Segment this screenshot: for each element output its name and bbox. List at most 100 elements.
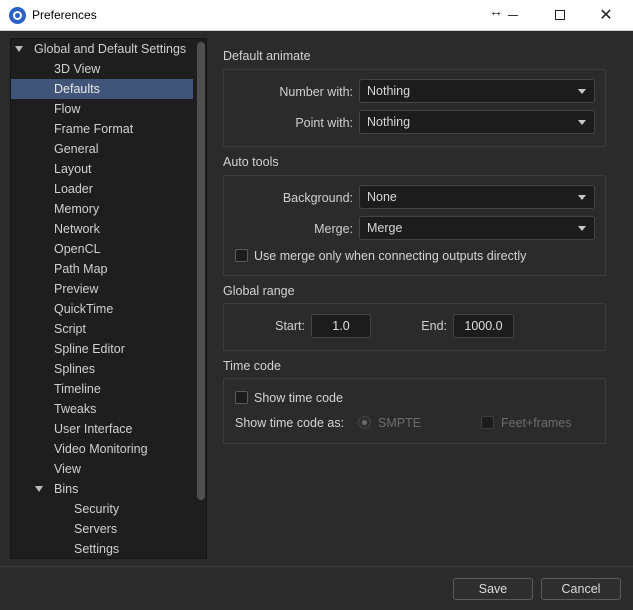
tree-item-label: Timeline bbox=[54, 382, 101, 396]
tree-item-label: Spline Editor bbox=[54, 342, 125, 356]
tree-item-label: Defaults bbox=[54, 82, 100, 96]
chevron-down-icon bbox=[578, 195, 586, 200]
tree-item-defaults[interactable]: Defaults bbox=[11, 79, 193, 99]
default-animate-title: Default animate bbox=[223, 49, 311, 63]
tree-item-video-monitoring[interactable]: Video Monitoring bbox=[11, 439, 193, 459]
tree-item-tweaks[interactable]: Tweaks bbox=[11, 399, 193, 419]
tree-item-splines[interactable]: Splines bbox=[11, 359, 193, 379]
point-with-label: Point with: bbox=[295, 116, 353, 130]
footer-divider bbox=[0, 566, 633, 567]
tree-item-network[interactable]: Network bbox=[11, 219, 193, 239]
tree-item-label: QuickTime bbox=[54, 302, 114, 316]
maximize-button[interactable] bbox=[537, 0, 583, 30]
number-with-label: Number with: bbox=[279, 85, 353, 99]
tree-item-label: View bbox=[54, 462, 81, 476]
tree-item-frame-format[interactable]: Frame Format bbox=[11, 119, 193, 139]
tree-item-security[interactable]: Security bbox=[11, 499, 193, 519]
tree-item-layout[interactable]: Layout bbox=[11, 159, 193, 179]
merge-dropdown[interactable]: Merge bbox=[359, 216, 595, 240]
radio-selected-dot bbox=[362, 420, 367, 425]
point-with-dropdown[interactable]: Nothing bbox=[359, 110, 595, 134]
tree-scrollbar-thumb[interactable] bbox=[197, 42, 205, 500]
tree-item-label: Video Monitoring bbox=[54, 442, 148, 456]
tree-item-3d-view[interactable]: 3D View bbox=[11, 59, 193, 79]
minimize-icon bbox=[508, 14, 518, 16]
tree-item-label: 3D View bbox=[54, 62, 101, 76]
tree-item-servers[interactable]: Servers bbox=[11, 519, 193, 539]
smpte-label[interactable]: SMPTE bbox=[378, 416, 421, 430]
number-with-dropdown[interactable]: Nothing bbox=[359, 79, 595, 103]
tree-item-flow[interactable]: Flow bbox=[11, 99, 193, 119]
settings-tree[interactable]: Global and Default Settings 3D View Defaul… bbox=[10, 38, 207, 559]
smpte-radio[interactable] bbox=[358, 416, 371, 429]
auto-tools-title: Auto tools bbox=[223, 155, 279, 169]
tree-item-memory[interactable]: Memory bbox=[11, 199, 193, 219]
tree-item-view[interactable]: View bbox=[11, 459, 193, 479]
tree-item-label: Network bbox=[54, 222, 100, 236]
feet-frames-checkbox[interactable] bbox=[481, 416, 494, 429]
background-dropdown[interactable]: None bbox=[359, 185, 595, 209]
tree-item-label: Frame Format bbox=[54, 122, 134, 136]
tree-item-preview[interactable]: Preview bbox=[11, 279, 193, 299]
background-label: Background: bbox=[282, 191, 353, 205]
merge-only-checkbox[interactable] bbox=[235, 249, 248, 262]
minimize-button[interactable] bbox=[490, 0, 536, 30]
tree-item-label: Loader bbox=[54, 182, 93, 196]
tree-item-label: Settings bbox=[74, 542, 120, 556]
tree-item-bins[interactable]: Bins bbox=[11, 479, 193, 499]
merge-label: Merge: bbox=[314, 222, 353, 236]
maximize-icon bbox=[555, 10, 565, 20]
end-input[interactable]: 1000.0 bbox=[453, 314, 514, 338]
number-with-value: Nothing bbox=[367, 84, 411, 98]
cancel-button[interactable]: Cancel bbox=[541, 578, 621, 600]
time-code-title: Time code bbox=[223, 359, 281, 373]
tree-item-label: OpenCL bbox=[54, 242, 101, 256]
tree-item-label: Security bbox=[74, 502, 120, 516]
tree-item-label: Bins bbox=[54, 482, 79, 496]
tree-item-label: Servers bbox=[74, 522, 118, 536]
tree-item-timeline[interactable]: Timeline bbox=[11, 379, 193, 399]
feet-frames-label[interactable]: Feet+frames bbox=[501, 416, 572, 430]
global-range-title: Global range bbox=[223, 284, 295, 298]
triangle-down-icon[interactable] bbox=[15, 46, 23, 52]
close-icon: ✕ bbox=[599, 7, 613, 24]
tree-item-label: Global and Default Settings bbox=[34, 42, 187, 56]
tree-item-opencl[interactable]: OpenCL bbox=[11, 239, 193, 259]
background-value: None bbox=[367, 190, 397, 204]
tree-item-general[interactable]: General bbox=[11, 139, 193, 159]
tree-item-label: Tweaks bbox=[54, 402, 97, 416]
tree-item-global-settings[interactable]: Global and Default Settings bbox=[11, 39, 193, 59]
fusion-logo-icon bbox=[9, 7, 26, 24]
merge-only-label[interactable]: Use merge only when connecting outputs d… bbox=[254, 249, 526, 263]
show-time-code-label[interactable]: Show time code bbox=[254, 391, 343, 405]
tree-item-label: User Interface bbox=[54, 422, 133, 436]
save-button[interactable]: Save bbox=[453, 578, 533, 600]
chevron-down-icon bbox=[578, 120, 586, 125]
triangle-down-icon[interactable] bbox=[35, 486, 43, 492]
start-input[interactable]: 1.0 bbox=[311, 314, 371, 338]
chevron-down-icon bbox=[578, 226, 586, 231]
tree-item-label: Preview bbox=[54, 282, 99, 296]
tree-item-label: Script bbox=[54, 322, 86, 336]
merge-value: Merge bbox=[367, 221, 403, 235]
tree-item-settings[interactable]: Settings bbox=[11, 539, 193, 558]
tree-item-label: Splines bbox=[54, 362, 95, 376]
show-time-code-checkbox[interactable] bbox=[235, 391, 248, 404]
tree-scrollbar[interactable] bbox=[195, 39, 206, 558]
tree-item-script[interactable]: Script bbox=[11, 319, 193, 339]
tree-item-path-map[interactable]: Path Map bbox=[11, 259, 193, 279]
tree-item-user-interface[interactable]: User Interface bbox=[11, 419, 193, 439]
tree-item-label: General bbox=[54, 142, 99, 156]
chevron-down-icon bbox=[578, 89, 586, 94]
close-button[interactable]: ✕ bbox=[583, 0, 629, 30]
time-code-group bbox=[223, 378, 606, 444]
tree-item-spline-editor[interactable]: Spline Editor bbox=[11, 339, 193, 359]
tree-item-label: Flow bbox=[54, 102, 81, 116]
tree-item-quicktime[interactable]: QuickTime bbox=[11, 299, 193, 319]
end-label: End: bbox=[421, 319, 447, 333]
tree-item-loader[interactable]: Loader bbox=[11, 179, 193, 199]
show-time-code-as-label: Show time code as: bbox=[235, 416, 345, 430]
tree-item-label: Path Map bbox=[54, 262, 108, 276]
point-with-value: Nothing bbox=[367, 115, 411, 129]
tree-item-label: Memory bbox=[54, 202, 100, 216]
